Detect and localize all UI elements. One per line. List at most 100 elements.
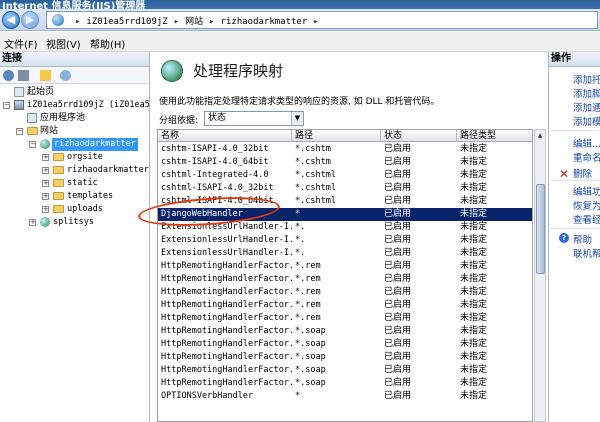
table-row[interactable]: HttpRemotingHandlerFactor... *.rem 已启用 未指定 xyxy=(158,273,532,286)
actions-title: 操作 xyxy=(549,52,600,67)
group-by-select[interactable]: 状态 ▼ xyxy=(204,111,304,126)
cell-name: ExtensionlessUrlHandler-I... xyxy=(161,248,292,258)
tree-child-uploads[interactable]: + uploads xyxy=(0,203,149,216)
collapse-icon[interactable]: − xyxy=(3,102,10,109)
tree-splitsys[interactable]: + splitsys xyxy=(0,216,149,229)
table-row[interactable]: OPTIONSVerbHandler * 已启用 未指定 xyxy=(158,390,532,403)
cell-path: *.soap xyxy=(295,326,326,336)
scroll-thumb[interactable] xyxy=(536,184,545,274)
breadcrumb-sites[interactable]: 网站 xyxy=(185,17,203,27)
cell-state: 已启用 xyxy=(384,222,412,232)
breadcrumb-site[interactable]: rizhaodarkmatter xyxy=(221,17,308,27)
cell-state: 已启用 xyxy=(384,261,412,271)
table-row[interactable]: HttpRemotingHandlerFactor... *.rem 已启用 未指定 xyxy=(158,312,532,325)
tree-site[interactable]: − rizhaodarkmatter xyxy=(0,138,149,151)
cell-name: cshtml-Integrated-4.0 xyxy=(161,170,269,180)
save-icon[interactable] xyxy=(18,70,29,81)
action-add-module-map[interactable]: 添加模 xyxy=(573,114,600,128)
globe-icon xyxy=(52,14,64,26)
expand-icon[interactable]: + xyxy=(29,219,36,226)
table-scrollbar[interactable]: ▲ xyxy=(534,129,546,422)
cell-name: HttpRemotingHandlerFactor... xyxy=(161,274,292,284)
cell-path-type: 未指定 xyxy=(460,235,488,245)
table-row[interactable]: HttpRemotingHandlerFactor... *.rem 已启用 未指定 xyxy=(158,286,532,299)
action-edit-feature-permissions[interactable]: 编辑功 xyxy=(573,184,600,198)
cell-state: 已启用 xyxy=(384,248,412,258)
column-name[interactable]: 名称 xyxy=(158,130,292,142)
tree-child-orgsite[interactable]: + orgsite xyxy=(0,151,149,164)
cell-path: *.soap xyxy=(295,365,326,375)
tree-sites[interactable]: − 网站 xyxy=(0,125,149,138)
forward-button[interactable]: ▶ xyxy=(21,11,39,29)
folder-icon xyxy=(27,127,38,135)
tree-server[interactable]: − iZ01ea5rrd109jZ (iZ01ea5rrd xyxy=(0,99,149,112)
table-row[interactable]: cshtm-ISAPI-4.0_64bit *.cshtm 已启用 未指定 xyxy=(158,156,532,169)
cell-state: 已启用 xyxy=(384,352,412,362)
action-revert-to-parent[interactable]: 恢复为 xyxy=(573,198,600,212)
table-row[interactable]: cshtm-ISAPI-4.0_32bit *.cshtm 已启用 未指定 xyxy=(158,143,532,156)
action-help[interactable]: 帮助 xyxy=(573,232,592,246)
cell-name: cshtm-ISAPI-4.0_64bit xyxy=(161,157,269,167)
menu-help[interactable]: 帮助(H) xyxy=(90,36,125,51)
table-row[interactable]: HttpRemotingHandlerFactor... *.rem 已启用 未指定 xyxy=(158,299,532,312)
expand-icon[interactable]: + xyxy=(42,154,49,161)
breadcrumb[interactable]: ▸ iZ01ea5rrd109jZ ▸ 网站 ▸ rizhaodarkmatter ▸ xyxy=(46,11,598,29)
action-delete[interactable]: 删除 xyxy=(573,166,592,180)
tree-app-pools[interactable]: 应用程序池 xyxy=(0,112,149,125)
table-row[interactable]: HttpRemotingHandlerFactor... *.soap 已启用 未指定 xyxy=(158,338,532,351)
table-row[interactable]: ExtensionlessUrlHandler-I... *. 已启用 未指定 xyxy=(158,234,532,247)
expand-icon[interactable]: + xyxy=(42,180,49,187)
table-row[interactable]: cshtml-ISAPI-4.0_32bit *.cshtml 已启用 未指定 xyxy=(158,182,532,195)
cell-state: 已启用 xyxy=(384,326,412,336)
window-title: Internet 信息服务(IIS)管理器 xyxy=(2,1,146,9)
table-row[interactable]: ExtensionlessUrlHandler-I... *. 已启用 未指定 xyxy=(158,247,532,260)
actions-divider xyxy=(551,228,599,229)
column-path[interactable]: 路径 xyxy=(292,130,381,142)
help-icon[interactable]: ? xyxy=(559,233,569,243)
connections-title: 连接 xyxy=(0,52,149,67)
cell-path-type: 未指定 xyxy=(460,248,488,258)
tree-child-rizhaodarkmatter[interactable]: + rizhaodarkmatter xyxy=(0,164,149,177)
cell-path-type: 未指定 xyxy=(460,144,488,154)
table-row[interactable]: HttpRemotingHandlerFactor... *.soap 已启用 未指定 xyxy=(158,364,532,377)
collapse-icon[interactable]: − xyxy=(29,141,36,148)
expand-icon[interactable]: + xyxy=(42,193,49,200)
tree-child-templates[interactable]: + templates xyxy=(0,190,149,203)
menu-file[interactable]: 文件(F) xyxy=(4,36,38,51)
connect-icon[interactable] xyxy=(3,70,14,81)
cell-path-type: 未指定 xyxy=(460,365,488,375)
disconnect-icon[interactable] xyxy=(60,70,71,81)
site-globe-icon xyxy=(40,139,50,149)
column-path-type[interactable]: 路径类型 xyxy=(457,130,532,142)
table-row[interactable]: HttpRemotingHandlerFactor... *.soap 已启用 未指定 xyxy=(158,377,532,390)
cell-path: * xyxy=(295,209,301,219)
tree-start-page[interactable]: 起始页 xyxy=(0,86,149,99)
cell-state: 已启用 xyxy=(384,287,412,297)
up-folder-icon[interactable] xyxy=(40,70,51,81)
column-state[interactable]: 状态 xyxy=(381,130,457,142)
table-row[interactable]: cshtml-Integrated-4.0 *.cshtml 已启用 未指定 xyxy=(158,169,532,182)
table-row[interactable]: HttpRemotingHandlerFactor... *.soap 已启用 未指定 xyxy=(158,325,532,338)
action-rename[interactable]: 重命名 xyxy=(573,150,600,164)
action-add-managed-handler[interactable]: 添加托 xyxy=(573,72,600,86)
cell-state: 已启用 xyxy=(384,183,412,193)
action-view-ordered-list[interactable]: 查看经 xyxy=(573,212,600,226)
expand-icon[interactable]: + xyxy=(42,167,49,174)
action-online-help[interactable]: 联机帮 xyxy=(573,246,600,260)
folder-icon xyxy=(53,192,64,200)
breadcrumb-server[interactable]: iZ01ea5rrd109jZ xyxy=(86,17,167,27)
back-button[interactable]: ◀ xyxy=(2,11,20,29)
action-add-script-map[interactable]: 添加脚 xyxy=(573,86,600,100)
expand-icon[interactable]: + xyxy=(42,206,49,213)
delete-icon[interactable]: ✕ xyxy=(559,167,569,181)
cell-path-type: 未指定 xyxy=(460,352,488,362)
action-add-wildcard-map[interactable]: 添加通 xyxy=(573,100,600,114)
collapse-icon[interactable]: − xyxy=(16,128,23,135)
table-row[interactable]: HttpRemotingHandlerFactor... *.rem 已启用 未指定 xyxy=(158,260,532,273)
table-row[interactable]: HttpRemotingHandlerFactor... *.soap 已启用 未指定 xyxy=(158,351,532,364)
menu-view[interactable]: 视图(V) xyxy=(46,36,81,51)
tree-child-static[interactable]: + static xyxy=(0,177,149,190)
scroll-up-icon[interactable]: ▲ xyxy=(535,130,545,141)
connections-toolbar xyxy=(0,67,149,84)
action-edit[interactable]: 编辑... xyxy=(573,136,600,150)
